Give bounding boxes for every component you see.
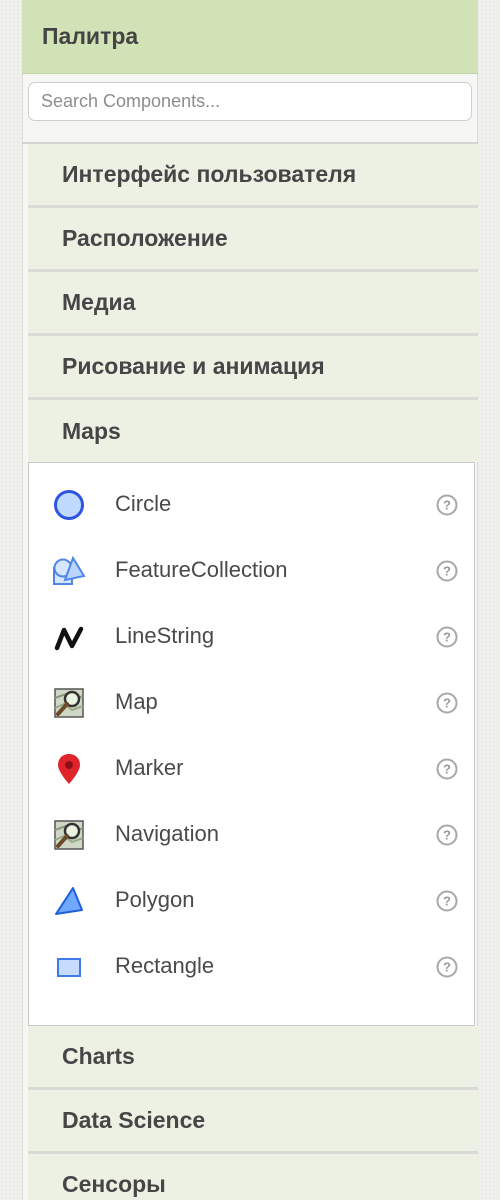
category-label: Медиа: [62, 289, 136, 315]
svg-text:?: ?: [443, 828, 451, 843]
category-label: Сенсоры: [62, 1171, 166, 1197]
help-icon[interactable]: ?: [436, 494, 458, 516]
palette-header: Палитра: [22, 0, 478, 74]
svg-text:?: ?: [443, 960, 451, 975]
component-label: Polygon: [115, 887, 195, 912]
category-list: Интерфейс пользователя Расположение Меди…: [22, 144, 478, 1026]
help-icon[interactable]: ?: [436, 956, 458, 978]
component-featurecollection[interactable]: FeatureCollection ?: [29, 537, 474, 603]
maps-component-list: Circle ? FeatureCollection ? LineString …: [28, 462, 475, 1026]
category-user-interface[interactable]: Интерфейс пользователя: [28, 144, 478, 208]
component-label: Marker: [115, 755, 184, 780]
category-label: Data Science: [62, 1107, 206, 1133]
svg-text:?: ?: [443, 894, 451, 909]
component-map[interactable]: Map ?: [29, 669, 474, 735]
category-data-science[interactable]: Data Science: [28, 1090, 478, 1154]
polygon-icon: [51, 884, 87, 918]
help-icon[interactable]: ?: [436, 824, 458, 846]
rectangle-icon: [51, 950, 87, 984]
component-label: Navigation: [115, 821, 219, 846]
svg-text:?: ?: [443, 762, 451, 777]
svg-text:?: ?: [443, 498, 451, 513]
help-icon[interactable]: ?: [436, 560, 458, 582]
category-media[interactable]: Медиа: [28, 272, 478, 336]
search-components-input[interactable]: [28, 82, 472, 121]
map-icon: [51, 686, 87, 720]
component-rectangle[interactable]: Rectangle ?: [29, 933, 474, 999]
feature-collection-icon: [51, 554, 87, 588]
component-label: LineString: [115, 623, 215, 648]
component-label: Map: [115, 689, 158, 714]
category-label: Расположение: [62, 225, 228, 251]
category-charts[interactable]: Charts: [28, 1026, 478, 1090]
svg-text:?: ?: [443, 630, 451, 645]
component-circle[interactable]: Circle ?: [29, 471, 474, 537]
category-drawing-animation[interactable]: Рисование и анимация: [28, 336, 478, 400]
help-icon[interactable]: ?: [436, 626, 458, 648]
component-polygon[interactable]: Polygon ?: [29, 867, 474, 933]
component-label: Circle: [115, 491, 172, 516]
category-sensors[interactable]: Сенсоры: [28, 1154, 478, 1200]
search-container: [22, 74, 478, 144]
component-navigation[interactable]: Navigation ?: [29, 801, 474, 867]
linestring-icon: [51, 620, 87, 654]
svg-text:?: ?: [443, 564, 451, 579]
component-linestring[interactable]: LineString ?: [29, 603, 474, 669]
svg-text:?: ?: [443, 696, 451, 711]
component-marker[interactable]: Marker ?: [29, 735, 474, 801]
category-label: Charts: [62, 1043, 135, 1069]
page-background: Палитра Интерфейс пользователя Расположе…: [0, 0, 500, 1200]
circle-icon: [51, 488, 87, 522]
help-icon[interactable]: ?: [436, 692, 458, 714]
component-label: FeatureCollection: [115, 557, 288, 582]
component-label: Rectangle: [115, 953, 215, 978]
category-label: Интерфейс пользователя: [62, 161, 357, 187]
category-layout[interactable]: Расположение: [28, 208, 478, 272]
help-icon[interactable]: ?: [436, 758, 458, 780]
category-maps[interactable]: Maps: [28, 400, 478, 462]
category-list-bottom: Charts Data Science Сенсоры: [22, 1026, 478, 1200]
category-label: Рисование и анимация: [62, 353, 325, 379]
help-icon[interactable]: ?: [436, 890, 458, 912]
category-label: Maps: [62, 417, 121, 444]
navigation-icon: [51, 818, 87, 852]
palette-title: Палитра: [42, 23, 139, 49]
marker-icon: [51, 752, 87, 786]
palette-panel: Палитра Интерфейс пользователя Расположе…: [22, 0, 478, 1200]
